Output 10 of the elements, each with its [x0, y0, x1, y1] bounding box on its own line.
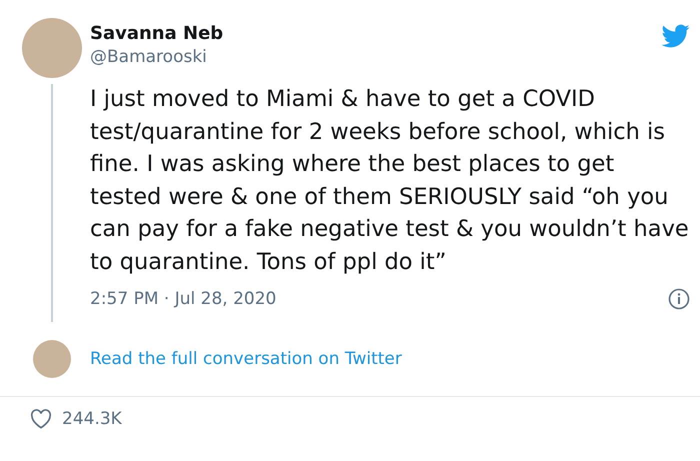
like-count: 244.3K: [62, 409, 122, 429]
conversation-link[interactable]: Read the full conversation on Twitter: [90, 349, 402, 369]
author-handle[interactable]: @Bamarooski: [90, 47, 224, 67]
heart-icon[interactable]: [30, 409, 52, 429]
tweet-text: I just moved to Miami & have to get a COVID test/quarantine for 2 weeks before school, which is fine. I was asking where the best places to get tested were & one of them SERIOUSLY said “oh you can pay for a fake negative test & you wouldn’t have to quarantine. Tons of ppl do it”: [90, 85, 690, 276]
bird-icon[interactable]: [660, 22, 692, 50]
avatar: [33, 340, 71, 378]
info-icon[interactable]: [668, 288, 690, 310]
tweet-timestamp[interactable]: 2:57 PM · Jul 28, 2020: [90, 289, 276, 309]
author-name[interactable]: Savanna Neb: [90, 23, 224, 44]
